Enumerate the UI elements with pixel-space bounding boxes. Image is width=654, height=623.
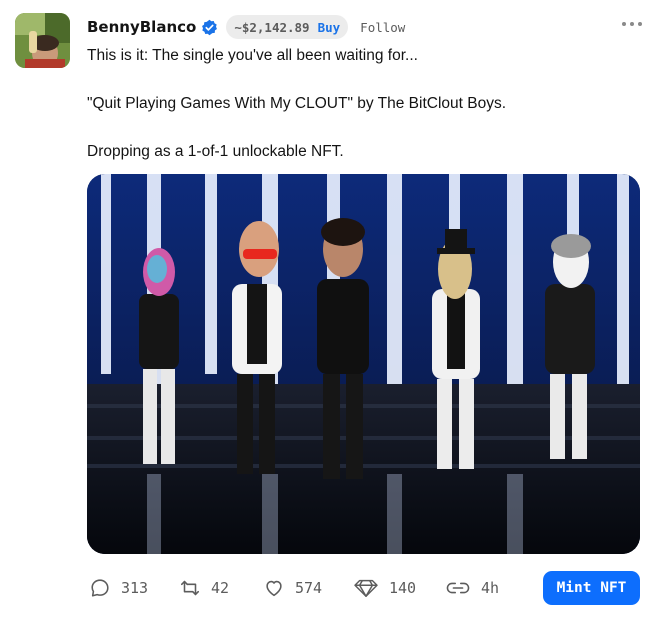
like-button[interactable]: 574 (263, 570, 322, 606)
diamond-icon (353, 577, 379, 599)
mint-nft-button[interactable]: Mint NFT (543, 571, 640, 605)
action-bar: 313 42 574 140 4h Mint NFT (87, 570, 640, 606)
repost-count: 42 (211, 579, 230, 597)
post-body-line: "Quit Playing Games With My CLOUT" by Th… (87, 95, 507, 112)
follow-button[interactable]: Follow (360, 20, 405, 35)
post-body-line (87, 116, 627, 140)
post-body: This is it: The single you've all been w… (87, 44, 627, 164)
comment-button[interactable]: 313 (89, 570, 148, 606)
post-body-line: Dropping as a 1-of-1 unlockable NFT. (87, 143, 344, 160)
post-body-line: This is it: The single you've all been w… (87, 47, 418, 64)
stage-photo (87, 174, 640, 554)
repost-icon (179, 577, 201, 599)
diamond-count: 140 (389, 579, 417, 597)
comment-count: 313 (121, 579, 149, 597)
post-body-line (87, 68, 627, 92)
post-header: BennyBlanco ~$2,142.89 Buy Follow (87, 14, 405, 40)
copy-link-button[interactable]: 4h (445, 570, 499, 606)
comment-icon (89, 577, 111, 599)
avatar-image (15, 13, 70, 68)
avatar[interactable] (15, 13, 70, 68)
buy-button[interactable]: Buy (318, 20, 341, 35)
more-horizontal-icon[interactable] (622, 17, 642, 31)
diamond-button[interactable]: 140 (353, 570, 416, 606)
post-timestamp: 4h (481, 579, 500, 597)
username-link[interactable]: BennyBlanco (87, 18, 196, 36)
coin-price-pill: ~$2,142.89 Buy (226, 15, 349, 39)
repost-button[interactable]: 42 (179, 570, 229, 606)
coin-price: ~$2,142.89 (234, 19, 310, 35)
link-icon (445, 577, 471, 599)
verified-badge-icon (201, 19, 218, 36)
post-image[interactable] (87, 174, 640, 554)
heart-icon (263, 577, 285, 599)
like-count: 574 (295, 579, 323, 597)
